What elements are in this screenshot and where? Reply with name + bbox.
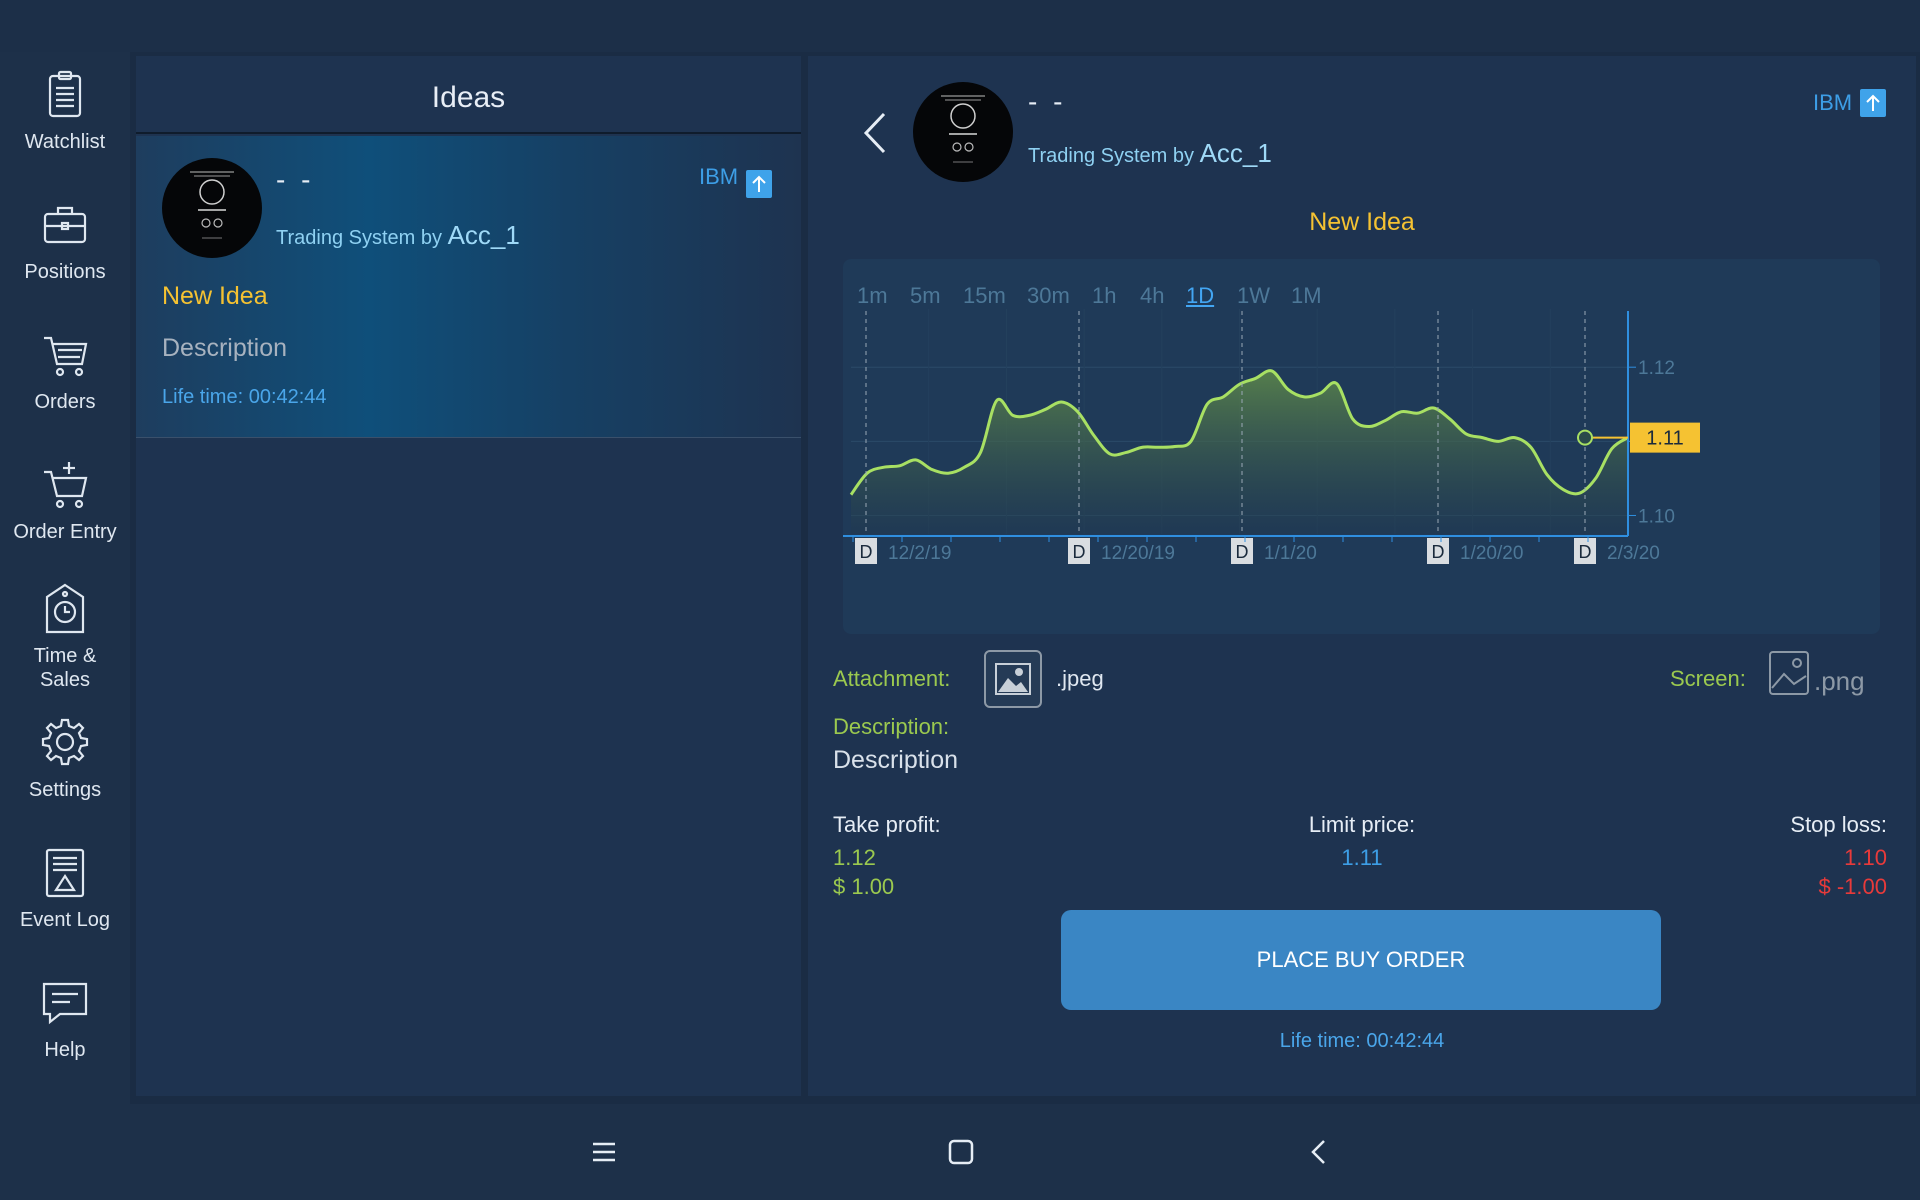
- gear-icon: [41, 718, 89, 766]
- x-tick-label: 1/1/20: [1264, 543, 1317, 564]
- y-tick-label: 1.10: [1638, 506, 1675, 527]
- arrow-up-icon: [746, 170, 773, 198]
- current-price-dot: [1577, 429, 1593, 446]
- briefcase-icon: [43, 206, 87, 244]
- idea-title: New Idea: [1309, 208, 1415, 236]
- x-tick-label: 1/20/20: [1460, 543, 1523, 564]
- sidebar-item-positions[interactable]: Positions: [0, 198, 130, 318]
- cart-plus-icon: [44, 462, 88, 509]
- sidebar: Watchlist Positions Orders Order Entry T…: [0, 52, 130, 1100]
- sidebar-item-label: Watchlist: [24, 131, 106, 153]
- trading-system-prefix: Trading System by: [276, 227, 442, 249]
- menu-icon: [593, 1142, 615, 1162]
- clipboard-icon: [48, 70, 82, 118]
- home-square-icon: [948, 1139, 974, 1165]
- arrow-up-icon: [1860, 89, 1887, 117]
- sidebar-item-label: Event Log: [19, 909, 111, 931]
- symbol-badge[interactable]: IBM: [1813, 89, 1887, 117]
- stop-loss-value: 1.10: [1844, 845, 1887, 870]
- price-chart-card: 1m 5m 15m 30m 1h 4h 1D 1W 1M D 12/2/19 D 12/20/19 D 1…: [843, 259, 1880, 634]
- sidebar-item-label: Time & Sales: [33, 645, 97, 691]
- sidebar-item-label: Order Entry: [13, 521, 117, 543]
- screen-thumbnail[interactable]: [1768, 648, 1810, 698]
- chevron-left-icon: [863, 112, 886, 154]
- sidebar-item-watchlist[interactable]: Watchlist: [0, 68, 130, 188]
- author-name: Acc_1: [1199, 138, 1272, 168]
- idea-description: Description: [162, 334, 288, 362]
- attachment-extension: .jpeg: [1056, 666, 1104, 691]
- y-tick-label: 1.12: [1638, 358, 1675, 379]
- sidebar-item-order-entry[interactable]: Order Entry: [0, 458, 130, 578]
- avatar: [913, 82, 1013, 182]
- event-log-icon: [45, 848, 85, 898]
- avatar-image: [941, 95, 985, 163]
- attachment-thumbnail[interactable]: [984, 650, 1042, 708]
- current-price-label: 1.11: [1646, 428, 1683, 450]
- back-button[interactable]: [858, 108, 894, 158]
- stop-loss-amount: $ -1.00: [1818, 874, 1888, 899]
- idea-name: - -: [1028, 86, 1067, 117]
- price-chart[interactable]: D 12/2/19 D 12/20/19 D 1/1/20 D 1/20/20 D 2/3/20 1…: [843, 259, 1880, 634]
- sidebar-item-label: Positions: [24, 261, 106, 283]
- sidebar-item-orders[interactable]: Orders: [0, 328, 130, 448]
- limit-price-value: 1.11: [1341, 845, 1383, 870]
- system-back-button[interactable]: [1299, 1132, 1339, 1172]
- trading-system-line: Trading System by Acc_1: [276, 220, 520, 251]
- idea-title: New Idea: [162, 282, 268, 310]
- series-area: [851, 370, 1628, 534]
- place-buy-order-button[interactable]: PLACE BUY ORDER: [1061, 910, 1661, 1010]
- sidebar-item-help[interactable]: Help: [0, 976, 130, 1096]
- image-icon: [995, 663, 1031, 695]
- screen-label: Screen:: [1670, 666, 1746, 691]
- sidebar-item-event-log[interactable]: Event Log: [0, 846, 130, 966]
- chevron-left-icon: [1311, 1140, 1325, 1164]
- sidebar-item-label: Orders: [34, 391, 96, 413]
- screen-extension: .png: [1814, 666, 1865, 696]
- image-icon: [1769, 651, 1809, 695]
- take-profit-amount: $ 1.00: [833, 874, 895, 899]
- home-button[interactable]: [941, 1132, 981, 1172]
- x-tick-label: 2/3/20: [1607, 543, 1660, 564]
- symbol-badge[interactable]: IBM: [699, 156, 773, 198]
- ideas-title: Ideas: [136, 56, 801, 134]
- sidebar-item-settings[interactable]: Settings: [0, 716, 130, 836]
- avatar-image: [190, 171, 234, 239]
- avatar: [162, 158, 262, 258]
- date-marker-letter: D: [1073, 542, 1086, 562]
- date-marker-letter: D: [1579, 542, 1592, 562]
- ideas-panel: Ideas - - Trading System by Acc_1 IBM Ne…: [136, 56, 801, 1096]
- x-tick-label: 12/2/19: [888, 543, 951, 564]
- cart-icon: [44, 336, 88, 377]
- status-bar: [0, 0, 1920, 52]
- x-tick-label: 12/20/19: [1101, 543, 1175, 564]
- symbol-label: IBM: [699, 164, 739, 189]
- menu-button[interactable]: [584, 1132, 624, 1172]
- clock-tag-icon: [45, 583, 85, 634]
- idea-detail-panel: - - Trading System by Acc_1 IBM New Idea…: [808, 56, 1916, 1096]
- sidebar-item-label: Help: [44, 1039, 86, 1061]
- description-label: Description:: [833, 714, 950, 739]
- trading-system-line: Trading System by Acc_1: [1028, 138, 1272, 169]
- idea-lifetime: Life time: 00:42:44: [162, 386, 327, 408]
- stop-loss-label: Stop loss:: [1790, 812, 1887, 837]
- sidebar-item-time-sales[interactable]: Time & Sales: [0, 582, 130, 702]
- system-navigation-bar: [0, 1104, 1920, 1200]
- limit-price-label: Limit price:: [1308, 812, 1416, 837]
- attachment-label: Attachment:: [833, 666, 951, 691]
- date-marker-letter: D: [1236, 542, 1249, 562]
- idea-card[interactable]: - - Trading System by Acc_1 IBM New Idea…: [136, 136, 801, 438]
- idea-name: - -: [276, 164, 315, 195]
- sidebar-item-label: Settings: [28, 779, 102, 801]
- author-name: Acc_1: [447, 220, 520, 250]
- description-text: Description: [833, 746, 959, 774]
- chat-icon: [42, 982, 88, 1025]
- date-marker-letter: D: [1432, 542, 1445, 562]
- detail-lifetime: Life time: 00:42:44: [1279, 1030, 1445, 1052]
- symbol-label: IBM: [1813, 90, 1853, 115]
- trading-system-prefix: Trading System by: [1028, 145, 1194, 167]
- date-marker-letter: D: [860, 542, 873, 562]
